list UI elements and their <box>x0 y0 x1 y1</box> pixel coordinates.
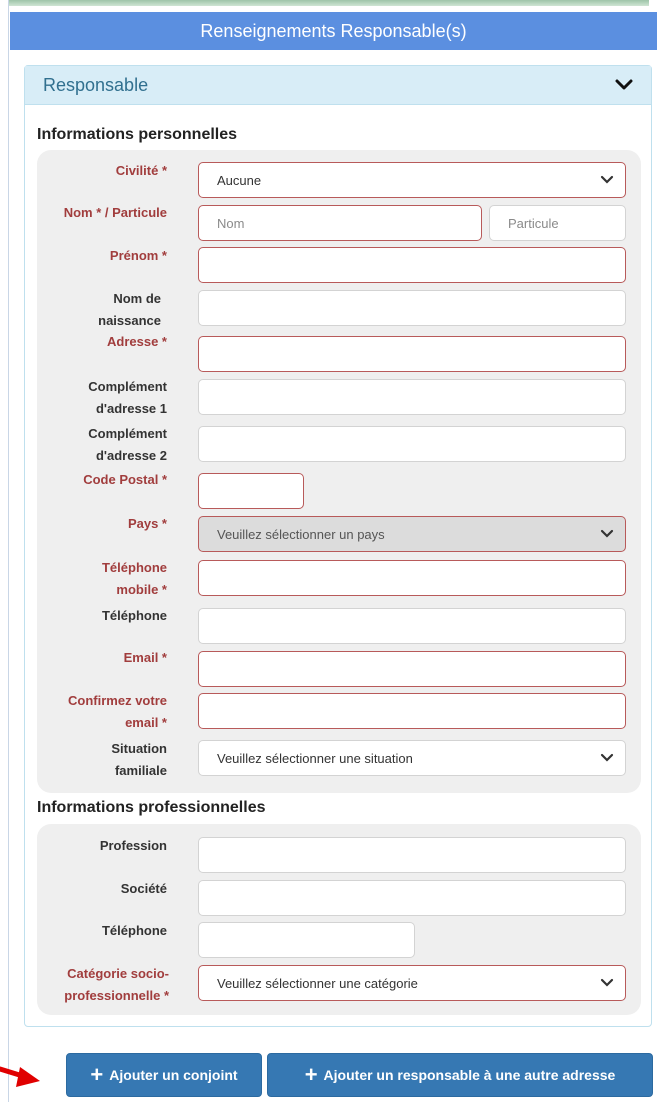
profession-input[interactable] <box>198 837 626 873</box>
complement1-label: Complément d'adresse 1 <box>88 379 167 416</box>
categorie-value: Veuillez sélectionner une catégorie <box>217 975 418 991</box>
nom-input[interactable]: Nom <box>198 205 482 241</box>
prenom-label: Prénom * <box>109 248 167 263</box>
telephone-pro-input[interactable] <box>198 922 415 958</box>
telephone-input[interactable] <box>198 608 626 644</box>
section-header-title: Renseignements Responsable(s) <box>200 20 467 41</box>
particule-input[interactable]: Particule <box>489 205 626 241</box>
panel-title: Responsable <box>43 74 149 95</box>
adresse-label: Adresse * <box>107 334 167 349</box>
civilite-label: Civilité * <box>115 163 167 178</box>
add-spouse-label: Ajouter un conjoint <box>109 1067 238 1083</box>
complement2-input[interactable] <box>198 426 626 462</box>
societe-label: Société <box>120 881 167 896</box>
add-spouse-button[interactable]: + Ajouter un conjoint <box>66 1053 262 1097</box>
red-arrow-annotation <box>0 1066 40 1087</box>
code-postal-input[interactable] <box>198 473 304 509</box>
add-other-responsible-button[interactable]: + Ajouter un responsable à une autre adr… <box>267 1053 653 1097</box>
chevron-down-icon <box>600 529 614 538</box>
plus-icon: + <box>304 1062 318 1087</box>
situation-label: Situation familiale <box>111 741 167 778</box>
plus-icon: + <box>90 1062 104 1087</box>
civilite-select[interactable]: Aucune <box>198 162 626 198</box>
situation-value: Veuillez sélectionner une situation <box>217 750 413 766</box>
civilite-value: Aucune <box>217 172 262 188</box>
pays-value: Veuillez sélectionner un pays <box>217 526 385 542</box>
situation-select[interactable]: Veuillez sélectionner une situation <box>198 740 626 776</box>
tel-mobile-input[interactable] <box>198 560 626 596</box>
personal-info-title: Informations personnelles <box>37 126 238 143</box>
professional-info-title: Informations professionnelles <box>37 799 266 816</box>
chevron-down-icon <box>600 753 614 762</box>
tel-mobile-label: Téléphone mobile * <box>101 560 167 597</box>
adresse-input[interactable] <box>198 336 626 372</box>
chevron-down-icon <box>600 978 614 987</box>
nom-label: Nom * / Particule <box>63 205 167 220</box>
code-postal-label: Code Postal * <box>83 472 167 487</box>
responsable-panel-header[interactable]: Responsable <box>25 66 651 105</box>
nom-naissance-label: Nom de naissance <box>98 291 161 328</box>
categorie-label: Catégorie socio-professionnelle * <box>64 966 169 1003</box>
telephone-label: Téléphone <box>101 608 167 623</box>
complement1-input[interactable] <box>198 379 626 415</box>
section-header: Renseignements Responsable(s) <box>10 12 657 50</box>
add-other-responsible-label: Ajouter un responsable à une autre adres… <box>323 1067 616 1083</box>
nom-naissance-input[interactable] <box>198 290 626 326</box>
profession-label: Profession <box>99 838 167 853</box>
telephone-pro-label: Téléphone <box>101 923 167 938</box>
responsable-panel: Responsable Informations personnelles Ci… <box>24 65 652 1027</box>
email-input[interactable] <box>198 651 626 687</box>
professional-info-box: Profession Société Téléphone Catégorie s… <box>37 824 641 1015</box>
particule-placeholder: Particule <box>508 215 559 231</box>
personal-info-box: Civilité * Aucune Nom * / Particule Nom … <box>37 150 641 793</box>
chevron-down-icon <box>600 175 614 184</box>
prenom-input[interactable] <box>198 247 626 283</box>
nom-placeholder: Nom <box>217 215 245 231</box>
complement2-label: Complément d'adresse 2 <box>88 426 167 463</box>
email-label: Email * <box>123 650 167 665</box>
societe-input[interactable] <box>198 880 626 916</box>
pays-label: Pays * <box>127 516 167 531</box>
categorie-select[interactable]: Veuillez sélectionner une catégorie <box>198 965 626 1001</box>
confirm-email-input[interactable] <box>198 693 626 729</box>
chevron-down-icon[interactable] <box>613 74 635 96</box>
confirm-email-label: Confirmez votre email * <box>68 693 167 730</box>
pays-select[interactable]: Veuillez sélectionner un pays <box>198 516 626 552</box>
